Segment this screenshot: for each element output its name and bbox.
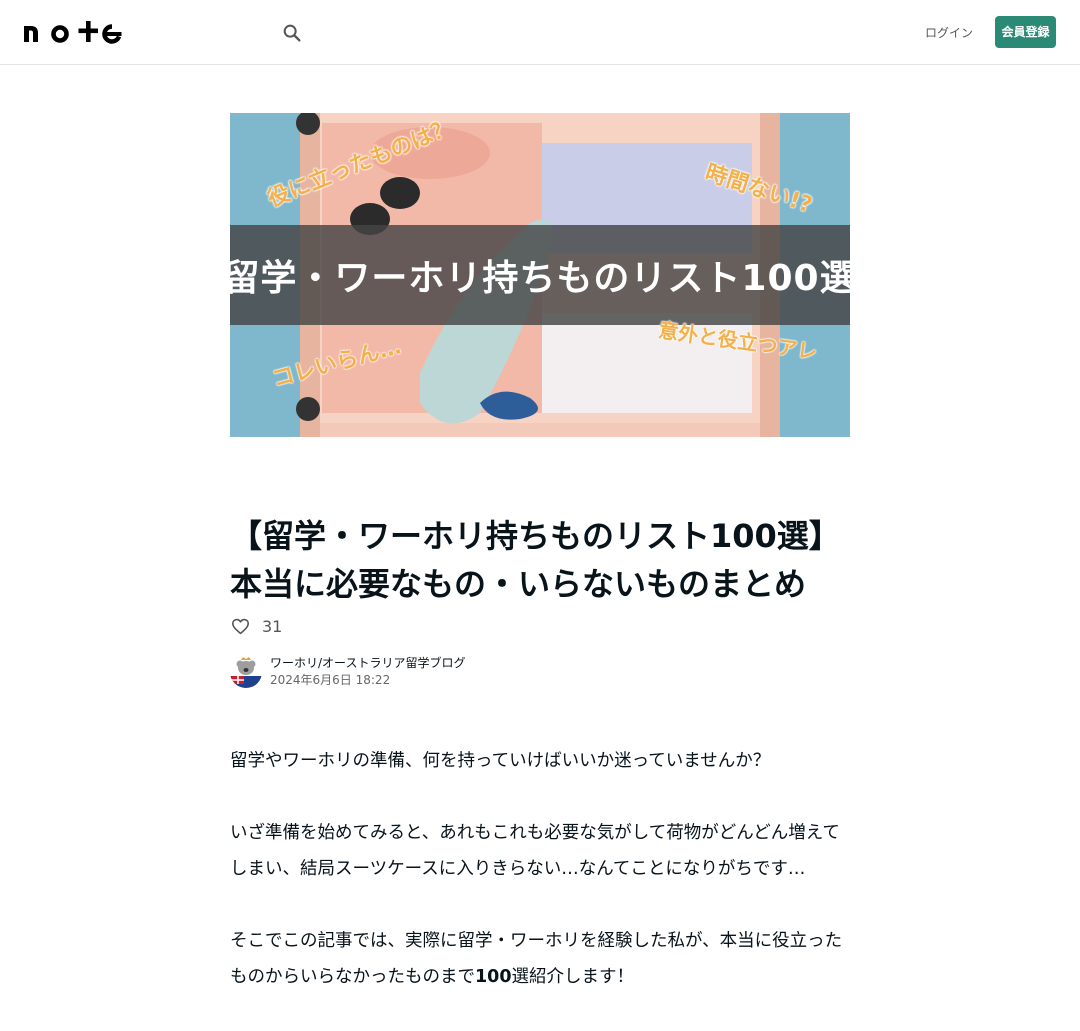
article-body: 留学やワーホリの準備、何を持っていけばいいか迷っていませんか？ いざ準備を始めて… [230, 743, 850, 1031]
like-button[interactable] [230, 616, 250, 636]
site-header: ログイン 会員登録 [0, 0, 1080, 65]
body-paragraph-1: 留学やワーホリの準備、何を持っていけばいいか迷っていませんか？ [230, 751, 771, 771]
author-name[interactable]: ワーホリ/オーストラリア留学ブログ [270, 655, 465, 671]
eyecatch-image: 役に立ったものは？ 時間ない!? 留学・ワーホリ持ちものリスト100選 コレいら… [230, 113, 850, 437]
login-link[interactable]: ログイン [924, 22, 974, 44]
like-row: 31 [230, 614, 282, 638]
author-avatar-image [230, 656, 262, 688]
search-button[interactable] [278, 19, 306, 47]
eyecatch-banner-title: 留学・ワーホリ持ちものリスト100選 [230, 258, 850, 299]
body-paragraph-3-bold: 100 [475, 967, 512, 987]
signup-button[interactable]: 会員登録 [995, 16, 1056, 48]
article-title: 【留学・ワーホリ持ちものリスト100選】本当に必要なもの・いらないものまとめ [230, 517, 841, 603]
author-avatar[interactable] [230, 656, 262, 688]
like-count[interactable]: 31 [262, 617, 282, 636]
post-date: 2024年6月6日 18:22 [270, 673, 391, 687]
body-paragraph-2: いざ準備を始めてみると、あれもこれも必要な気がして荷物がどんどん増えてしまい、結… [230, 823, 840, 879]
author-row: ワーホリ/オーストラリア留学ブログ 2024年6月6日 18:22 [230, 656, 465, 688]
eyecatch-banner: 留学・ワーホリ持ちものリスト100選 [230, 225, 850, 325]
heart-icon [231, 618, 249, 634]
body-paragraph-3: そこでこの記事では、実際に留学・ワーホリを経験した私が、本当に役立ったものからい… [230, 923, 850, 995]
body-paragraph-3-tail: 選紹介します！ [511, 967, 635, 987]
note-logo[interactable] [24, 20, 124, 44]
search-icon [283, 24, 301, 42]
author-meta: ワーホリ/オーストラリア留学ブログ 2024年6月6日 18:22 [270, 655, 465, 689]
